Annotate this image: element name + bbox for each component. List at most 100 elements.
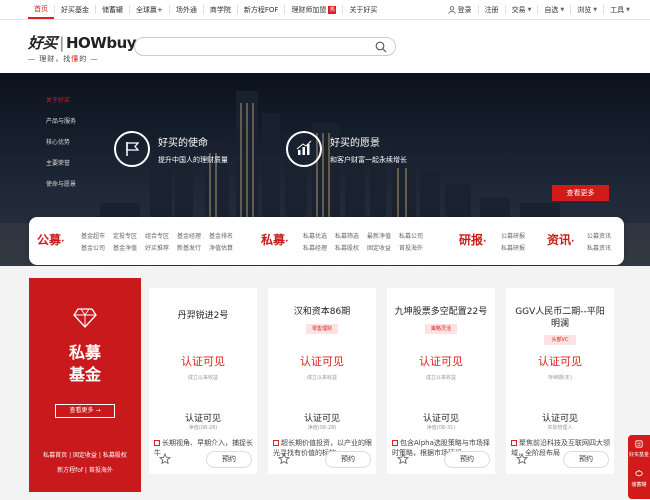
news-link[interactable]: 私募资讯	[587, 243, 611, 252]
tools-menu[interactable]: 工具 ▼	[604, 5, 636, 15]
star-icon[interactable]	[278, 453, 290, 465]
nav-label: 净值(08-28)	[188, 425, 218, 431]
logo-brand-en: HOWbuy	[66, 34, 137, 52]
search-input[interactable]	[145, 38, 375, 55]
nav-label: 净值(08-31)	[426, 425, 456, 431]
public-link[interactable]: 新基发行	[177, 243, 201, 252]
mission-title: 好买的使命	[158, 137, 208, 149]
chevron-down-icon: ▼	[527, 6, 532, 13]
product-name: 丹羿锐进2号	[177, 311, 229, 321]
product-name: GGV人民币二期--平阳明澜	[515, 307, 605, 329]
nav-advisor-join[interactable]: 理财师加盟热	[285, 0, 342, 19]
nav-global[interactable]: 全球赢+	[130, 0, 169, 19]
news-dot: ·	[571, 237, 575, 247]
public-fund-title-text: 公募	[37, 233, 62, 247]
vision-block: 好买的愿景 和客户财富一起永续增长	[286, 131, 407, 167]
float-piggy-bank[interactable]: 储蓄罐	[628, 481, 650, 488]
product-card[interactable]: 丹羿锐进2号 认证可见 成立以来收益 认证可见 净值(08-28) 长期视角、早…	[149, 288, 257, 474]
nav-value: 认证可见	[422, 414, 459, 424]
public-link[interactable]: 基金超市	[81, 231, 105, 240]
research-link[interactable]: 私募研报	[501, 243, 525, 252]
flag-icon	[114, 131, 150, 167]
mission-text: 好买的使命 提升中国人的理财质量	[158, 134, 228, 165]
register-link[interactable]: 注册	[479, 5, 505, 15]
star-icon[interactable]	[397, 453, 409, 465]
star-icon[interactable]	[159, 453, 171, 465]
product-name: 汉和资本86期	[293, 307, 351, 317]
private-fund-title[interactable]: 私募·	[261, 231, 288, 248]
nav-about[interactable]: 关于好买	[343, 0, 383, 19]
private-link[interactable]: 私募股权	[335, 243, 359, 252]
public-link[interactable]: 好买推荐	[145, 243, 169, 252]
private-link[interactable]: 最新净值	[367, 231, 391, 240]
hero-menu-honors[interactable]: 主要荣誉	[46, 158, 76, 179]
public-link[interactable]: 组合专区	[145, 231, 169, 240]
product-tag: 头部VC	[544, 335, 576, 345]
reserve-button[interactable]: 预约	[563, 451, 609, 468]
float-howbuy-fund[interactable]: 好买基金	[628, 451, 650, 458]
research-dot: ·	[483, 237, 487, 247]
logo-divider: |	[59, 34, 64, 52]
research-link[interactable]: 公募研报	[501, 231, 525, 240]
hero-menu-mission[interactable]: 使命与愿景	[46, 179, 76, 200]
return-label: 成立以来收益	[425, 375, 456, 381]
login-label: 登录	[457, 5, 472, 14]
private-link[interactable]: 私募经理	[303, 243, 327, 252]
news-title-text: 资讯	[547, 233, 572, 247]
private-sub-links-2[interactable]: 新方程fof | 首投海外	[29, 465, 141, 474]
hot-badge: 热	[328, 5, 337, 14]
research-title[interactable]: 研报·	[459, 231, 486, 248]
public-link[interactable]: 基金排名	[209, 231, 233, 240]
private-link[interactable]: 私募优选	[303, 231, 327, 240]
public-link[interactable]: 基金经理	[177, 231, 201, 240]
nav-home[interactable]: 首页	[28, 0, 54, 19]
search-box	[134, 37, 396, 56]
slogan-prefix: 理财，找	[39, 55, 72, 63]
reserve-button[interactable]: 预约	[444, 451, 490, 468]
private-link[interactable]: 首投海外	[399, 243, 423, 252]
search-icon[interactable]	[375, 41, 387, 53]
return-label: 成立以来收益	[306, 375, 337, 381]
nav-otc[interactable]: 场外通	[170, 0, 203, 19]
research-title-text: 研报	[459, 233, 484, 247]
star-icon[interactable]	[516, 453, 528, 465]
hero-menu-products[interactable]: 产品与服务	[46, 116, 76, 137]
private-see-more-button[interactable]: 查看更多 →	[55, 404, 115, 418]
trade-menu[interactable]: 交易 ▼	[506, 5, 538, 15]
user-icon	[447, 5, 456, 14]
news-title[interactable]: 资讯·	[547, 231, 574, 248]
logo[interactable]: 好买 | HOWbuy — 理财，找懂的 —	[28, 32, 137, 64]
nav-fof[interactable]: 新方程FOF	[238, 0, 285, 19]
public-link[interactable]: 定投专区	[113, 231, 137, 240]
nav-label: 净值(08-28)	[307, 425, 337, 431]
manager-label: 实际管理人	[547, 425, 573, 431]
public-link[interactable]: 基金公司	[81, 243, 105, 252]
product-card[interactable]: 汉和资本86期 零售理财 认证可见 成立以来收益 认证可见 净值(08-28) …	[268, 288, 376, 474]
mission-desc: 提升中国人的理财质量	[158, 155, 228, 164]
public-fund-dot: ·	[61, 237, 65, 247]
hero-menu-advantages[interactable]: 核心优势	[46, 137, 76, 158]
nav-business-school[interactable]: 商学院	[204, 0, 237, 19]
reserve-button[interactable]: 预约	[325, 451, 371, 468]
product-tag: 策略灵活	[425, 324, 457, 334]
nav-piggy-bank[interactable]: 储蓄罐	[96, 0, 129, 19]
private-link[interactable]: 私募筛选	[335, 231, 359, 240]
watchlist-menu[interactable]: 自选 ▼	[538, 5, 570, 15]
product-card[interactable]: GGV人民币二期--平阳明澜 头部VC 认证可见 存续期(年) 认证可见 实际管…	[506, 288, 614, 474]
private-link[interactable]: 固定收益	[367, 243, 391, 252]
reserve-button[interactable]: 预约	[206, 451, 252, 468]
nav-howbuy-fund[interactable]: 好买基金	[55, 0, 95, 19]
private-link[interactable]: 私募公司	[399, 231, 423, 240]
public-link[interactable]: 基金净值	[113, 243, 137, 252]
history-menu[interactable]: 浏览 ▼	[571, 5, 603, 15]
private-sub-links-1[interactable]: 私募首页 | 固定收益 | 私募股权	[29, 450, 141, 459]
product-card[interactable]: 九坤股票多空配置22号 策略灵活 认证可见 成立以来收益 认证可见 净值(08-…	[387, 288, 495, 474]
hero-menu-about[interactable]: 关于好买	[46, 95, 76, 116]
login-link[interactable]: 登录	[442, 5, 478, 15]
tools-label: 工具	[610, 5, 625, 14]
news-link[interactable]: 公募资讯	[587, 231, 611, 240]
public-fund-title[interactable]: 公募·	[37, 231, 64, 248]
public-link[interactable]: 净值估算	[209, 243, 233, 252]
hero-see-more-button[interactable]: 查看更多	[552, 185, 609, 201]
product-name: 九坤股票多空配置22号	[394, 307, 488, 317]
